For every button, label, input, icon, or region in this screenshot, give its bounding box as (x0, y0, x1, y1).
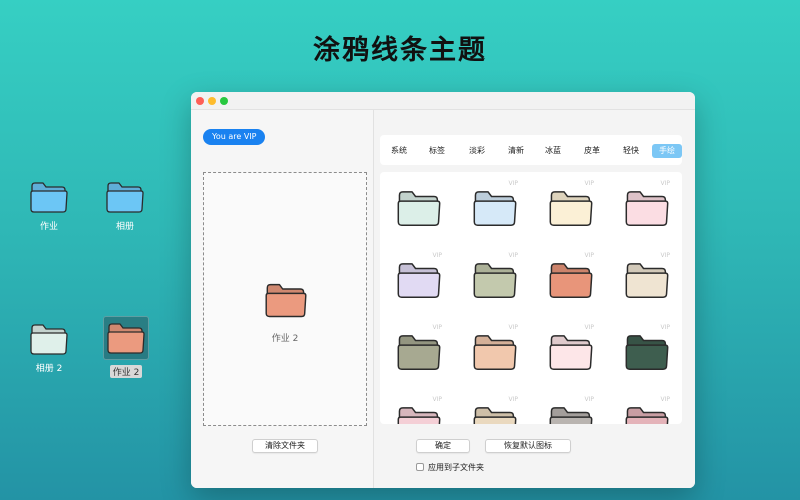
tab-2[interactable]: 淡彩 (462, 144, 492, 158)
folder-icon (625, 191, 669, 226)
folder-option[interactable]: VIP (620, 324, 671, 376)
folder-icon (473, 263, 517, 298)
vip-tag: VIP (508, 396, 519, 403)
folder-option[interactable]: VIP (620, 396, 671, 424)
folder-icon (549, 191, 593, 226)
folder-option[interactable]: VIP (544, 396, 595, 424)
folder-icon-grid: VIP VIP VIP VIP VIP VIP VIP VIP VIP VIP VIP VIP VIP V… (380, 172, 682, 424)
tab-0[interactable]: 系统 (384, 144, 414, 158)
vip-tag: VIP (508, 180, 519, 187)
app-window: You are VIP 作业 2 清除文件夹 系统 标签 淡彩 清新 冰蓝 皮革 轻快 手绘 … (191, 92, 695, 488)
apply-subfolders-label: 应用到子文件夹 (428, 462, 484, 472)
folder-option[interactable]: VIP (468, 324, 519, 376)
vip-tag: VIP (660, 396, 671, 403)
desktop-folder-homework[interactable]: 作业 (19, 180, 79, 233)
desktop-folder-album[interactable]: 相册 (95, 180, 155, 233)
vip-tag: VIP (584, 324, 595, 331)
folder-option[interactable] (392, 182, 442, 232)
desktop-folder-label: 相册 2 (35, 364, 63, 374)
tab-3[interactable]: 清新 (501, 144, 531, 158)
folder-icon (397, 335, 441, 370)
folder-icon (30, 324, 68, 355)
folder-icon (625, 263, 669, 298)
minimize-window-button[interactable] (208, 97, 216, 105)
vip-tag: VIP (584, 180, 595, 187)
folder-option[interactable]: VIP (392, 396, 443, 424)
restore-default-icon-button[interactable]: 恢复默认图标 (485, 439, 571, 453)
clear-folder-button[interactable]: 清除文件夹 (252, 439, 318, 453)
folder-option[interactable]: VIP (392, 252, 443, 304)
folder-icon (106, 182, 144, 213)
vip-tag: VIP (584, 396, 595, 403)
folder-icon (107, 323, 145, 354)
apply-subfolders-checkbox[interactable] (416, 463, 424, 471)
folder-icon (397, 191, 441, 226)
vip-tag: VIP (508, 252, 519, 259)
vip-tag: VIP (660, 180, 671, 187)
folder-option[interactable]: VIP (392, 324, 443, 376)
tab-1[interactable]: 标签 (422, 144, 452, 158)
folder-option[interactable]: VIP (544, 252, 595, 304)
vip-tag: VIP (432, 252, 443, 259)
desktop-folder-label: 相册 (115, 222, 134, 232)
folder-icon (397, 407, 441, 424)
theme-tabs: 系统 标签 淡彩 清新 冰蓝 皮革 轻快 手绘 (380, 135, 682, 165)
desktop-folder-label: 作业 2 (109, 365, 143, 378)
folder-icon (625, 407, 669, 424)
drop-zone-folder-name: 作业 2 (271, 334, 299, 344)
vip-tag: VIP (660, 324, 671, 331)
folder-option[interactable]: VIP (620, 180, 671, 232)
theme-pane: 系统 标签 淡彩 清新 冰蓝 皮革 轻快 手绘 VIP VIP VIP VIP VIP VIP VIP VI… (374, 110, 695, 488)
vip-tag: VIP (432, 324, 443, 331)
tab-5[interactable]: 皮革 (577, 144, 607, 158)
folder-drop-zone[interactable]: 作业 2 (203, 172, 367, 426)
vip-badge: You are VIP (203, 129, 266, 145)
desktop-folder-label: 作业 (39, 222, 58, 232)
vip-tag: VIP (584, 252, 595, 259)
folder-option[interactable]: VIP (620, 252, 671, 304)
tab-6[interactable]: 轻快 (616, 144, 646, 158)
folder-icon (549, 335, 593, 370)
folder-icon (30, 182, 68, 213)
folder-option[interactable]: VIP (468, 252, 519, 304)
folder-icon (549, 407, 593, 424)
apply-subfolders-option[interactable]: 应用到子文件夹 (416, 462, 484, 472)
folder-option[interactable]: VIP (544, 324, 595, 376)
headline: 涂鸦线条主题 (313, 35, 487, 66)
tab-4[interactable]: 冰蓝 (538, 144, 568, 158)
zoom-window-button[interactable] (220, 97, 228, 105)
desktop-folder-album-2[interactable]: 相册 2 (19, 322, 79, 375)
folder-icon (473, 191, 517, 226)
tab-7[interactable]: 手绘 (652, 144, 682, 158)
folder-icon (473, 335, 517, 370)
folder-option[interactable]: VIP (544, 180, 595, 232)
folder-icon (473, 407, 517, 424)
preview-pane: You are VIP 作业 2 清除文件夹 (191, 110, 373, 488)
folder-icon (397, 263, 441, 298)
vip-tag: VIP (660, 252, 671, 259)
vip-tag: VIP (432, 396, 443, 403)
folder-icon (549, 263, 593, 298)
folder-option[interactable]: VIP (468, 180, 519, 232)
folder-icon (265, 283, 307, 318)
confirm-button[interactable]: 确定 (416, 439, 470, 453)
desktop-folder-homework-2[interactable]: 作业 2 (103, 316, 149, 379)
folder-option[interactable]: VIP (468, 396, 519, 424)
folder-icon (625, 335, 669, 370)
close-window-button[interactable] (196, 97, 204, 105)
title-bar[interactable] (191, 92, 695, 110)
vip-tag: VIP (508, 324, 519, 331)
